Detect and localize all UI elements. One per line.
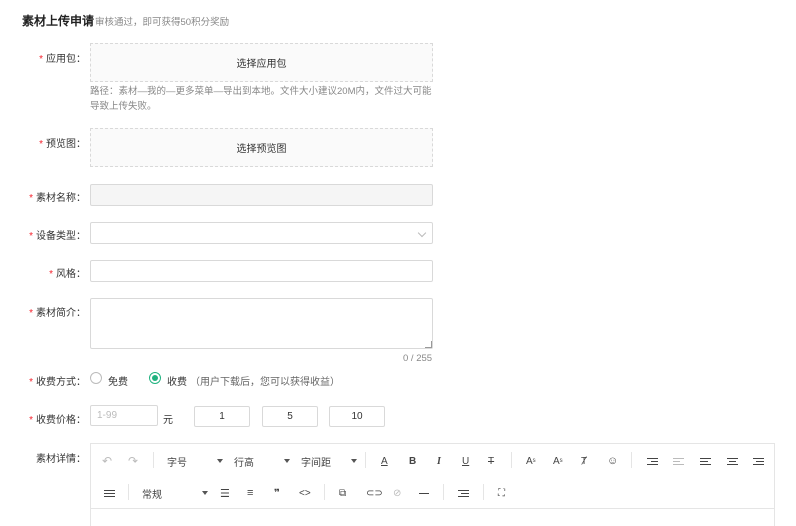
name-input[interactable] [90, 184, 433, 206]
letter-spacing-dropdown[interactable]: 字间距 [301, 452, 331, 470]
subscript-icon[interactable]: As [553, 452, 563, 470]
toolbar-divider [511, 452, 512, 468]
image-link-icon[interactable]: ⧉ [339, 484, 346, 502]
price-preset-10[interactable]: 10 [329, 406, 385, 427]
emoji-icon[interactable]: ☺ [607, 452, 618, 470]
name-label: * 素材名称： [29, 193, 86, 204]
align-center-icon[interactable] [727, 452, 738, 470]
package-hint: 路径：素材—我的—更多菜单—导出到本地。文件大小建议20M内，文件过大可能导致上… [90, 86, 432, 112]
link-icon[interactable]: ⊂⊃ [366, 484, 383, 502]
paragraph-dropdown[interactable]: 常规 [142, 484, 162, 502]
select-preview-label: 选择预览图 [236, 144, 287, 155]
font-color-icon[interactable]: A [381, 452, 388, 470]
editor-toolbar-row-2: 常规 ☰ ≡ ❞ <> ⧉ ⊂⊃ ⊘ — ⛶ [91, 476, 774, 508]
device-label: * 设备类型： [29, 231, 86, 242]
clear-format-icon[interactable]: Ⱦ [581, 452, 587, 470]
preview-label: * 预览图： [39, 139, 86, 150]
chevron-down-icon [417, 228, 427, 238]
italic-icon[interactable]: I [437, 452, 441, 470]
radio-free[interactable] [90, 372, 102, 384]
intro-wrapper [90, 298, 433, 349]
select-package-button[interactable]: 选择应用包 [90, 43, 433, 82]
intro-counter: 0 / 255 [403, 353, 433, 364]
numbered-list-icon[interactable]: ≡ [247, 484, 253, 502]
indent-icon[interactable] [647, 452, 658, 470]
font-size-dropdown[interactable]: 字号 [167, 452, 187, 470]
style-label: * 风格： [49, 269, 86, 280]
chevron-down-icon[interactable] [345, 452, 357, 470]
charge-note: （用户下载后，您可以获得收益） [190, 377, 340, 388]
horizontal-rule-icon[interactable]: — [419, 484, 429, 502]
toolbar-divider [631, 452, 632, 468]
package-label: * 应用包： [39, 54, 86, 65]
price-unit: 元 [163, 415, 173, 426]
chevron-down-icon[interactable] [211, 452, 223, 470]
radio-paid[interactable] [149, 372, 161, 384]
clear-icon[interactable] [458, 484, 469, 502]
price-input[interactable]: 1-99 [90, 405, 158, 426]
justify-icon[interactable] [104, 484, 115, 502]
chevron-down-icon[interactable] [278, 452, 290, 470]
align-right-icon[interactable] [753, 452, 764, 470]
underline-icon[interactable]: U [462, 452, 469, 470]
detail-label: 素材详情： [36, 454, 86, 465]
toolbar-divider [153, 452, 154, 468]
redo-icon[interactable]: ↷ [128, 452, 138, 470]
strikethrough-icon[interactable]: T [488, 452, 494, 470]
device-select[interactable] [90, 222, 433, 244]
toolbar-divider [365, 452, 366, 468]
toolbar-divider [128, 484, 129, 500]
superscript-icon[interactable]: As [526, 452, 536, 470]
charge-label: * 收费方式： [29, 377, 86, 388]
line-height-dropdown[interactable]: 行高 [234, 452, 254, 470]
toolbar-divider [483, 484, 484, 500]
unlink-icon[interactable]: ⊘ [393, 484, 401, 502]
style-input[interactable] [90, 260, 433, 282]
toolbar-divider [443, 484, 444, 500]
quote-icon[interactable]: ❞ [274, 484, 280, 502]
bold-icon[interactable]: B [409, 452, 416, 470]
page-subtitle: 审核通过，即可获得50积分奖励 [95, 17, 230, 28]
select-preview-button[interactable]: 选择预览图 [90, 128, 433, 167]
price-preset-5[interactable]: 5 [262, 406, 318, 427]
radio-free-label: 免费 [108, 377, 128, 388]
code-icon[interactable]: <> [299, 484, 311, 502]
price-preset-1[interactable]: 1 [194, 406, 250, 427]
price-label: * 收费价格： [29, 415, 86, 426]
radio-paid-label: 收费 [167, 377, 187, 388]
undo-icon[interactable]: ↶ [102, 452, 112, 470]
bullet-list-icon[interactable]: ☰ [220, 484, 230, 502]
resize-handle[interactable] [425, 341, 432, 348]
select-package-label: 选择应用包 [236, 59, 287, 70]
editor-content[interactable] [91, 508, 774, 526]
align-left-icon[interactable] [700, 452, 711, 470]
editor-toolbar-row-1: ↶ ↷ 字号 行高 字间距 A B I U T As As Ⱦ ☺ [91, 444, 774, 476]
rich-text-editor: ↶ ↷ 字号 行高 字间距 A B I U T As As Ⱦ ☺ 常规 ☰ ≡… [90, 443, 775, 526]
intro-textarea[interactable] [90, 298, 433, 349]
toolbar-divider [324, 484, 325, 500]
outdent-icon[interactable] [673, 452, 684, 470]
intro-label: * 素材简介： [29, 308, 86, 319]
chevron-down-icon[interactable] [196, 484, 208, 502]
fullscreen-icon[interactable]: ⛶ [498, 484, 505, 502]
page-title: 素材上传申请 [22, 14, 95, 28]
